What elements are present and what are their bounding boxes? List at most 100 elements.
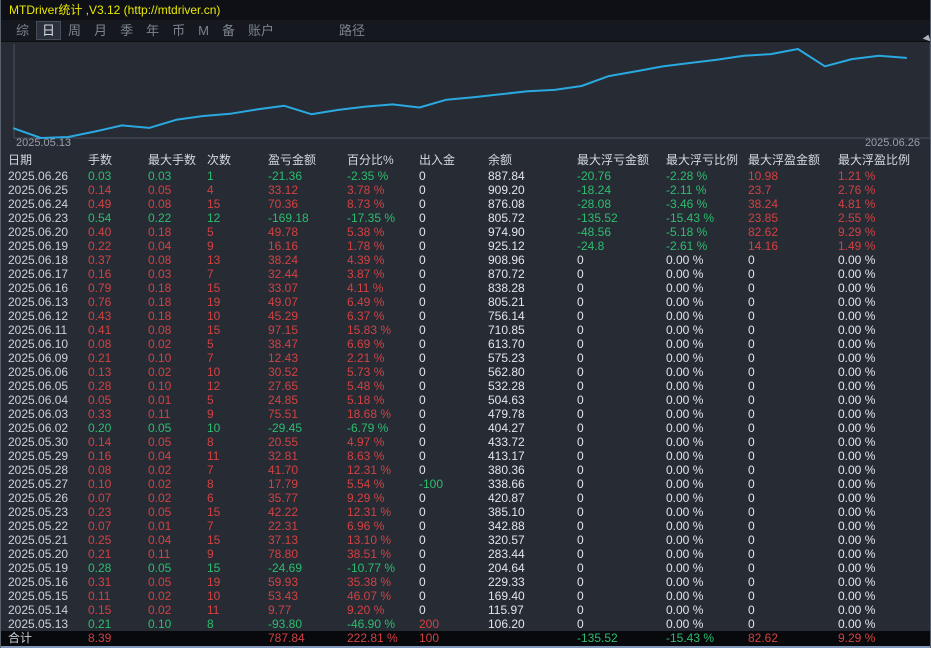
table-row[interactable]: 2025.06.19 0.22 0.04 9 16.16 1.78 % 0 925.12 -24… [1, 239, 930, 253]
table-row[interactable]: 2025.06.11 0.41 0.08 15 97.15 15.83 % 0 710.85 0… [1, 323, 930, 337]
menu-item-周[interactable]: 周 [62, 21, 87, 40]
cell-deposit: 0 [419, 169, 426, 183]
cell-deposit: 0 [419, 295, 426, 309]
cell-max-lots: 0.01 [148, 519, 172, 533]
table-row[interactable]: 2025.06.25 0.14 0.05 4 33.12 3.78 % 0 909.20 -18… [1, 183, 930, 197]
cell-pnl: 17.79 [268, 477, 299, 491]
cell-max-lots: 0.05 [148, 505, 172, 519]
table-row[interactable]: 2025.05.19 0.28 0.05 15 -24.69 -10.77 % 0 204.6… [1, 561, 930, 575]
menu-item-月[interactable]: 月 [88, 21, 113, 40]
menu-item-M[interactable]: M [192, 21, 215, 40]
table-row[interactable]: 2025.05.30 0.14 0.05 8 20.55 4.97 % 0 433.72 0 0.… [1, 435, 930, 449]
table-row[interactable]: 2025.06.02 0.20 0.05 10 -29.45 -6.79 % 0 404.27… [1, 421, 930, 435]
table-row[interactable]: 2025.06.05 0.28 0.10 12 27.65 5.48 % 0 532.28 0 0… [1, 379, 930, 393]
cell-balance: 710.85 [488, 323, 525, 337]
equity-chart[interactable]: 2025.05.13 2025.06.26 [1, 34, 930, 152]
app-window: MTDriver统计 ,V3.12 (http://mtdriver.cn) 综… [0, 0, 931, 648]
cell-pnl: 22.31 [268, 519, 299, 533]
cell-max-lots: 0.03 [148, 169, 172, 183]
cell-max-float-profit: 0 [748, 323, 755, 337]
table-row[interactable]: 2025.05.14 0.15 0.02 11 9.77 9.20 % 0 115.97 0 0.… [1, 603, 930, 617]
table-row[interactable]: 2025.06.17 0.16 0.03 7 32.44 3.87 % 0 870.72 0 0.… [1, 267, 930, 281]
cell-pnl: 49.07 [268, 295, 299, 309]
table-row[interactable]: 2025.06.23 0.54 0.22 12 -169.18 -17.35 % 0 805.… [1, 211, 930, 225]
table-row[interactable]: 2025.06.24 0.49 0.08 15 70.36 8.73 % 0 876.08 -2… [1, 197, 930, 211]
cell-pnl-pct: 9.29 % [347, 491, 385, 505]
menu-item-path[interactable]: 路径 [333, 21, 371, 40]
table-row[interactable]: 2025.06.09 0.21 0.10 7 12.43 2.21 % 0 575.23 0 0.… [1, 351, 930, 365]
menu-item-备[interactable]: 备 [216, 21, 241, 40]
cell-max-lots: 0.18 [148, 281, 172, 295]
table-row[interactable]: 2025.06.18 0.37 0.08 13 38.24 4.39 % 0 908.96 0 0… [1, 253, 930, 267]
cell-trades: 19 [207, 295, 221, 309]
menu-item-账户[interactable]: 账户 [242, 21, 280, 40]
cell-deposit: 200 [419, 617, 440, 631]
cell-date: 2025.06.25 [8, 183, 69, 197]
menu-item-综[interactable]: 综 [10, 21, 35, 40]
cell-max-float-loss-pct: -5.18 % [666, 225, 708, 239]
cell-balance: 756.14 [488, 309, 525, 323]
cell-balance: 925.12 [488, 239, 525, 253]
cell-balance: 479.78 [488, 407, 525, 421]
table-total-row: 合计 8.39 787.84 222.81 % 100 -135.52 -15.43 % 82… [1, 631, 930, 646]
table-row[interactable]: 2025.06.13 0.76 0.18 19 49.07 6.49 % 0 805.21 0 0… [1, 295, 930, 309]
header-date: 日期 [8, 153, 33, 167]
table-row[interactable]: 2025.05.23 0.23 0.05 15 42.22 12.31 % 0 385.10 0… [1, 505, 930, 519]
cell-max-float-profit: 23.85 [748, 211, 779, 225]
cell-max-float-loss-pct: 0.00 % [666, 617, 704, 631]
table-row[interactable]: 2025.05.28 0.08 0.02 7 41.70 12.31 % 0 380.36 0 0… [1, 463, 930, 477]
table-row[interactable]: 2025.05.13 0.21 0.10 8 -93.80 -46.90 % 200 106.… [1, 617, 930, 631]
cell-max-float-loss-pct: 0.00 % [666, 519, 704, 533]
table-row[interactable]: 2025.05.27 0.10 0.02 8 17.79 5.54 % -100 338.66… [1, 477, 930, 491]
table-row[interactable]: 2025.05.21 0.25 0.04 15 37.13 13.10 % 0 320.57 0… [1, 533, 930, 547]
cell-lots: 0.16 [88, 449, 112, 463]
table-row[interactable]: 2025.05.26 0.07 0.02 6 35.77 9.29 % 0 420.87 0 0.… [1, 491, 930, 505]
cell-max-float-loss: 0 [577, 337, 584, 351]
menu-item-年[interactable]: 年 [140, 21, 165, 40]
table-row[interactable]: 2025.06.10 0.08 0.02 5 38.47 6.69 % 0 613.70 0 0.… [1, 337, 930, 351]
table-row[interactable]: 2025.06.20 0.40 0.18 5 49.78 5.38 % 0 974.90 -48… [1, 225, 930, 239]
table-row[interactable]: 2025.06.26 0.03 0.03 1 -21.36 -2.35 % 0 887.84 -… [1, 169, 930, 183]
cell-max-float-profit-pct: 0.00 % [838, 505, 876, 519]
cell-date: 2025.06.04 [8, 393, 69, 407]
cell-max-float-loss-pct: 0.00 % [666, 561, 704, 575]
cell-max-float-profit-pct: 0.00 % [838, 435, 876, 449]
header-max-float-profit: 最大浮盈金额 [748, 153, 821, 167]
cell-deposit: 0 [419, 449, 426, 463]
cell-max-float-profit-pct: 0.00 % [838, 309, 876, 323]
cell-pnl: 38.24 [268, 253, 299, 267]
table-row[interactable]: 2025.06.03 0.33 0.11 9 75.51 18.68 % 0 479.78 0 0… [1, 407, 930, 421]
cell-max-float-loss-pct: -2.28 % [666, 169, 708, 183]
cell-balance: 909.20 [488, 183, 525, 197]
table-row[interactable]: 2025.06.04 0.05 0.01 5 24.85 5.18 % 0 504.63 0 0.… [1, 393, 930, 407]
table-row[interactable]: 2025.05.16 0.31 0.05 19 59.93 35.38 % 0 229.33 0… [1, 575, 930, 589]
cell-lots: 0.07 [88, 491, 112, 505]
table-row[interactable]: 2025.05.22 0.07 0.01 7 22.31 6.96 % 0 342.88 0 0.… [1, 519, 930, 533]
menu-item-日[interactable]: 日 [36, 21, 62, 40]
menu-item-币[interactable]: 币 [166, 21, 191, 40]
cell-max-float-profit: 23.7 [748, 183, 772, 197]
cell-pnl-pct: 1.78 % [347, 239, 385, 253]
cell-trades: 15 [207, 197, 221, 211]
cell-max-float-loss-pct: 0.00 % [666, 575, 704, 589]
table-row[interactable]: 2025.06.06 0.13 0.02 10 30.52 5.73 % 0 562.80 0 0… [1, 365, 930, 379]
cell-deposit: 0 [419, 267, 426, 281]
table-row[interactable]: 2025.05.15 0.11 0.02 10 53.43 46.07 % 0 169.40 0… [1, 589, 930, 603]
cell-max-float-loss: 0 [577, 561, 584, 575]
header-max-float-loss-pct: 最大浮亏比例 [666, 153, 739, 167]
cell-trades: 13 [207, 253, 221, 267]
table-row[interactable]: 2025.05.29 0.16 0.04 11 32.81 8.63 % 0 413.17 0 0… [1, 449, 930, 463]
menu-item-季[interactable]: 季 [114, 21, 139, 40]
cell-max-float-profit: 0 [748, 533, 755, 547]
cell-pnl: 75.51 [268, 407, 299, 421]
cell-trades: 19 [207, 575, 221, 589]
table-row[interactable]: 2025.06.12 0.43 0.18 10 45.29 6.37 % 0 756.14 0 0… [1, 309, 930, 323]
table-row[interactable]: 2025.05.20 0.21 0.11 9 78.80 38.51 % 0 283.44 0 0… [1, 547, 930, 561]
cell-max-float-loss: 0 [577, 393, 584, 407]
table-row[interactable]: 2025.06.16 0.79 0.18 15 33.07 4.11 % 0 838.28 0 0… [1, 281, 930, 295]
header-pnl: 盈亏金额 [268, 153, 317, 167]
cell-trades: 5 [207, 393, 214, 407]
cell-max-float-profit-pct: 0.00 % [838, 323, 876, 337]
cell-pnl: 33.12 [268, 183, 299, 197]
cell-max-float-profit-pct: 0.00 % [838, 575, 876, 589]
